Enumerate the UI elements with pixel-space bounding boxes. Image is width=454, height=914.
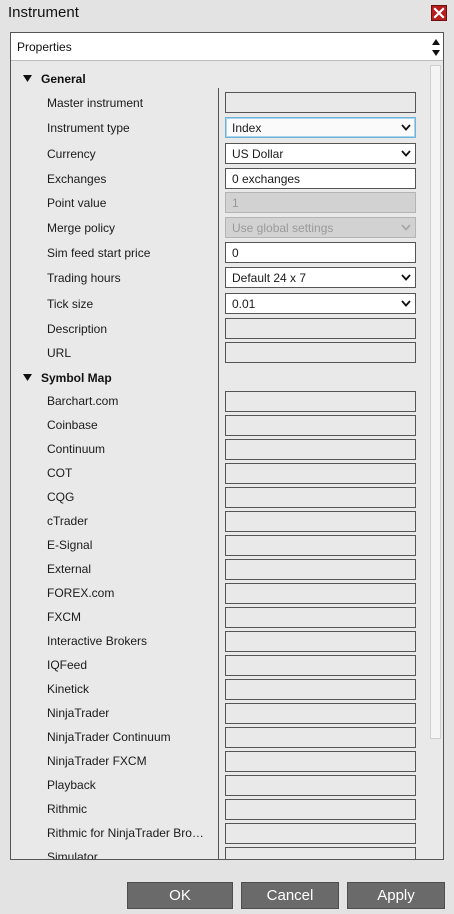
field-value: 0.01 (232, 297, 256, 311)
chevron-down-icon[interactable] (401, 274, 411, 281)
field-rithmic[interactable] (225, 799, 416, 820)
scrollbar-thumb[interactable] (430, 65, 441, 739)
property-label-sim-feed-start-price: Sim feed start price (47, 246, 151, 260)
spinner-down-icon[interactable] (431, 48, 441, 58)
property-label-rithmic: Rithmic (47, 802, 88, 816)
property-label-description: Description (47, 322, 108, 336)
field-coinbase[interactable] (225, 415, 416, 436)
field-value: Use global settings (232, 221, 334, 235)
property-label-ninjatrader-continuum: NinjaTrader Continuum (47, 730, 171, 744)
field-rithmic-for-ninjatrader-bro[interactable] (225, 823, 416, 844)
field-fxcm[interactable] (225, 607, 416, 628)
field-ninjatrader[interactable] (225, 703, 416, 724)
title-bar: Instrument (0, 0, 454, 25)
triangle-down-icon[interactable] (23, 75, 32, 82)
close-icon (433, 7, 445, 19)
property-label-instrument-type: Instrument type (47, 121, 130, 135)
properties-panel: Properties General Master instrument Instr… (10, 32, 444, 860)
column-divider[interactable] (218, 388, 219, 859)
chevron-down-icon[interactable] (401, 224, 411, 231)
field-simulator[interactable] (225, 847, 416, 859)
field-ninjatrader-continuum[interactable] (225, 727, 416, 748)
chevron-down-icon[interactable] (401, 150, 411, 157)
field-external[interactable] (225, 559, 416, 580)
property-label-cqg: CQG (47, 490, 75, 504)
vertical-scrollbar[interactable] (429, 63, 442, 859)
property-label-point-value: Point value (47, 196, 107, 210)
field-sim-feed-start-price[interactable]: 0 (225, 242, 416, 263)
field-iqfeed[interactable] (225, 655, 416, 676)
field-exchanges[interactable]: 0 exchanges (225, 168, 416, 189)
select-instrument-type[interactable]: Index (225, 117, 416, 138)
field-e-signal[interactable] (225, 535, 416, 556)
window-title: Instrument (8, 4, 79, 21)
property-label-tick-size: Tick size (47, 297, 94, 311)
select-trading-hours[interactable]: Default 24 x 7 (225, 267, 416, 288)
field-ctrader[interactable] (225, 511, 416, 532)
property-label-ctrader: cTrader (47, 514, 88, 528)
property-label-interactive-brokers: Interactive Brokers (47, 634, 148, 648)
property-label-simulator: Simulator (47, 850, 98, 859)
cancel-button[interactable]: Cancel (241, 882, 339, 909)
select-merge-policy: Use global settings (225, 217, 416, 238)
field-description[interactable] (225, 318, 416, 339)
property-label-playback: Playback (47, 778, 96, 792)
field-cqg[interactable] (225, 487, 416, 508)
property-label-cot: COT (47, 466, 73, 480)
property-label-ninjatrader-fxcm: NinjaTrader FXCM (47, 754, 147, 768)
property-label-merge-policy: Merge policy (47, 221, 116, 235)
field-kinetick[interactable] (225, 679, 416, 700)
property-label-exchanges: Exchanges (47, 172, 107, 186)
field-value: 0 (232, 246, 239, 260)
apply-button[interactable]: Apply (347, 882, 445, 909)
chevron-down-icon[interactable] (401, 124, 411, 131)
field-barchart-com[interactable] (225, 391, 416, 412)
select-tick-size[interactable]: 0.01 (225, 293, 416, 314)
select-currency[interactable]: US Dollar (225, 143, 416, 164)
section-title: General (41, 72, 86, 86)
close-button[interactable] (431, 5, 447, 21)
field-interactive-brokers[interactable] (225, 631, 416, 652)
property-label-external: External (47, 562, 92, 576)
field-value: Index (232, 121, 262, 135)
field-master-instrument[interactable] (225, 92, 416, 113)
property-label-barchart-com: Barchart.com (47, 394, 119, 408)
spinner-up-icon[interactable] (431, 37, 441, 47)
property-label-currency: Currency (47, 147, 96, 161)
field-continuum[interactable] (225, 439, 416, 460)
field-playback[interactable] (225, 775, 416, 796)
property-label-ninjatrader: NinjaTrader (47, 706, 110, 720)
property-label-coinbase: Coinbase (47, 418, 98, 432)
triangle-down-icon[interactable] (23, 374, 32, 381)
properties-label: Properties (17, 40, 72, 54)
field-value: 0 exchanges (232, 172, 301, 186)
property-label-rithmic-for-ninjatrader-bro: Rithmic for NinjaTrader Bro… (47, 826, 204, 840)
property-label-fxcm: FXCM (47, 610, 81, 624)
field-value: 1 (232, 196, 239, 210)
column-divider[interactable] (218, 88, 219, 394)
property-label-trading-hours: Trading hours (47, 271, 121, 285)
field-forex-com[interactable] (225, 583, 416, 604)
property-label-e-signal: E-Signal (47, 538, 93, 552)
field-ninjatrader-fxcm[interactable] (225, 751, 416, 772)
field-value: Default 24 x 7 (232, 271, 307, 285)
field-url[interactable] (225, 342, 416, 363)
ok-button[interactable]: OK (127, 882, 233, 909)
field-value: US Dollar (232, 147, 284, 161)
property-label-master-instrument: Master instrument (47, 96, 144, 110)
section-title: Symbol Map (41, 371, 112, 385)
chevron-down-icon[interactable] (401, 300, 411, 307)
properties-header: Properties (11, 33, 443, 61)
property-label-kinetick: Kinetick (47, 682, 90, 696)
field-cot[interactable] (225, 463, 416, 484)
property-label-iqfeed: IQFeed (47, 658, 88, 672)
property-label-continuum: Continuum (47, 442, 106, 456)
field-point-value: 1 (225, 192, 416, 213)
property-grid: General Master instrument Instrument type I… (11, 62, 427, 859)
property-label-forex-com: FOREX.com (47, 586, 115, 600)
property-label-url: URL (47, 346, 72, 360)
